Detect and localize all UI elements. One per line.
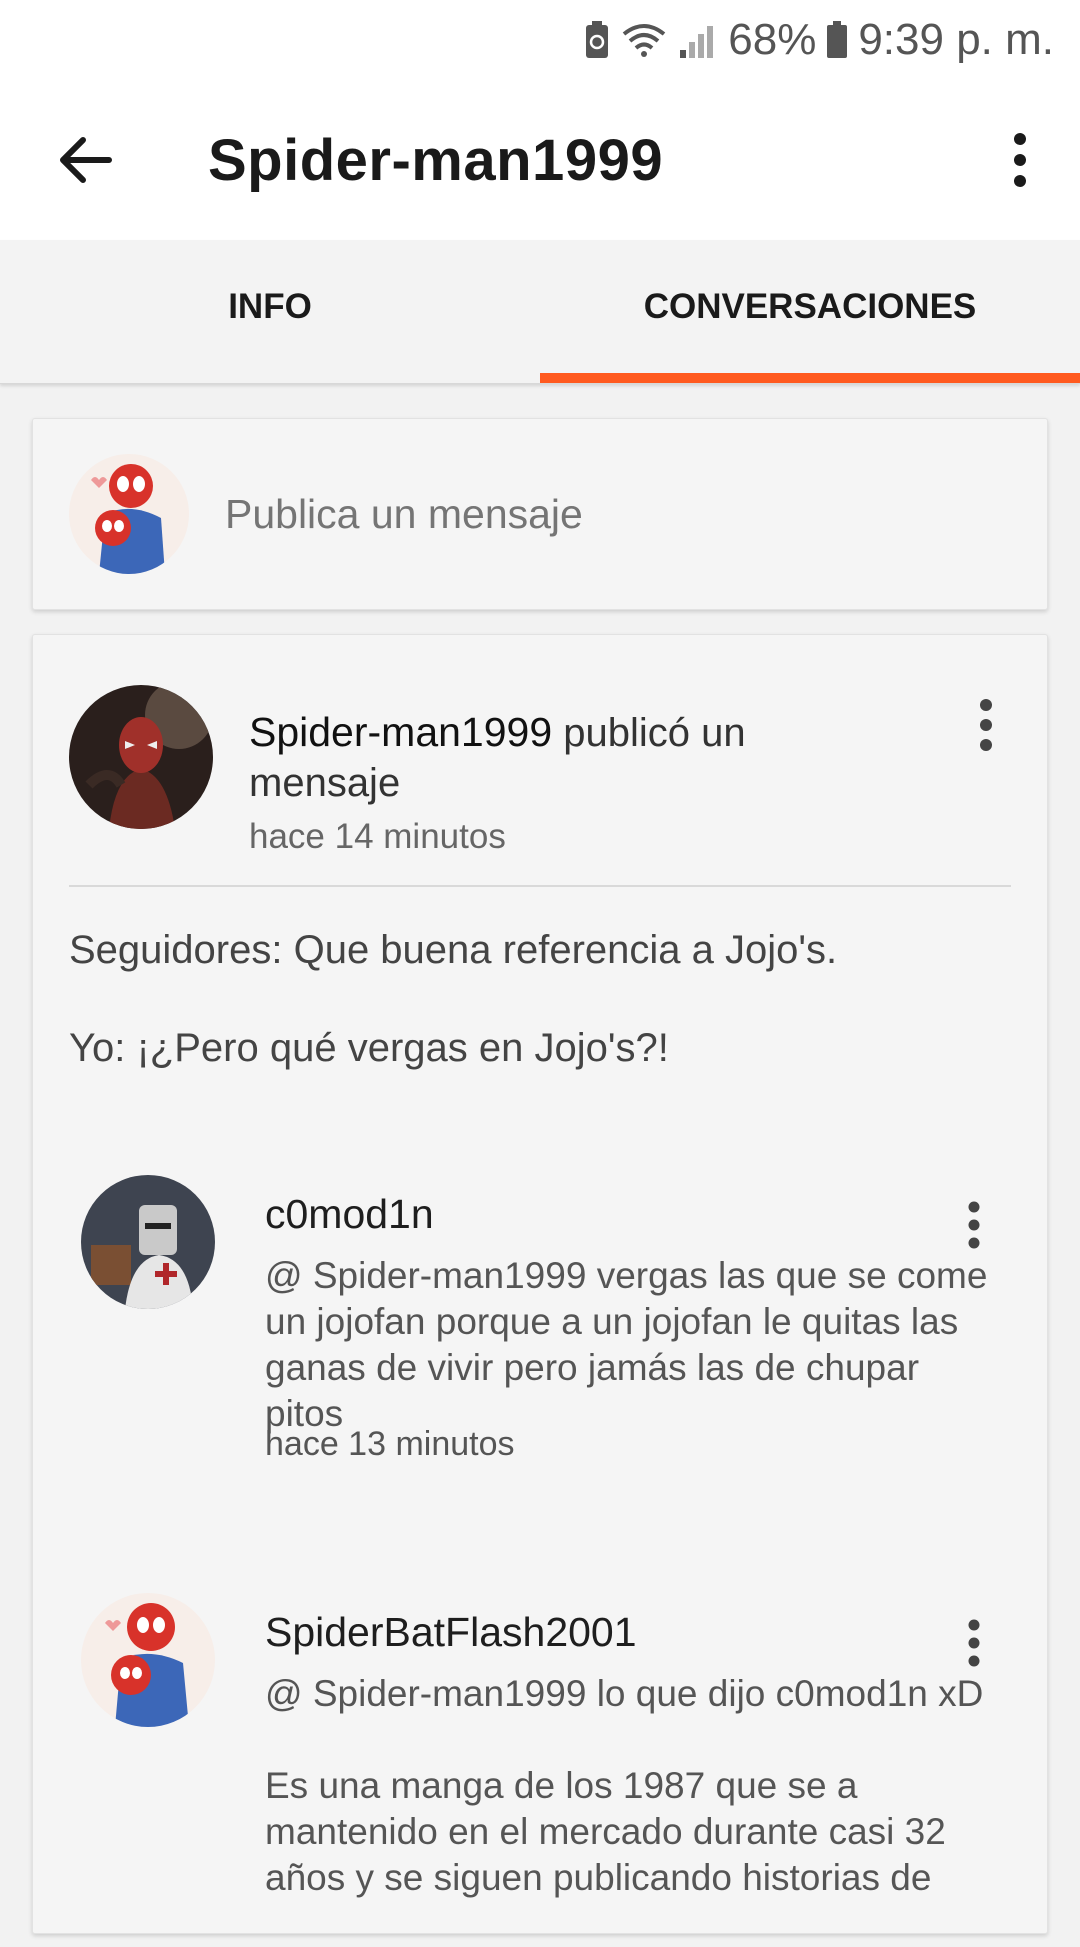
battery-percent: 68% [728,15,817,64]
more-vertical-icon [968,1201,980,1249]
divider [69,885,1011,887]
post-author[interactable]: Spider-man1999 [249,709,552,755]
message-composer[interactable] [32,418,1048,610]
overflow-menu-button[interactable] [990,115,1050,205]
battery-icon [826,20,848,60]
comment-author[interactable]: SpiderBatFlash2001 [265,1609,637,1656]
comment-body: lo que dijo c0mod1n xD [596,1673,984,1714]
tab-conversaciones[interactable]: CONVERSACIONES [540,240,1080,383]
app-bar: Spider-man1999 [0,80,1080,240]
comment-text: @ Spider-man1999 vergas las que se come … [265,1253,1005,1437]
avatar [69,454,189,574]
battery-saver-icon [584,20,610,60]
arrow-left-icon [60,137,112,183]
mention-link[interactable]: @ Spider-man1999 [265,1673,586,1714]
avatar[interactable] [69,685,213,829]
comment-options-button[interactable] [949,1603,999,1683]
avatar[interactable] [81,1593,215,1727]
page-title: Spider-man1999 [208,127,664,193]
tab-info[interactable]: INFO [0,240,540,383]
comment-author[interactable]: c0mod1n [265,1191,434,1238]
post-options-button[interactable] [961,685,1011,765]
wifi-icon [620,20,668,60]
comment: c0mod1n @ Spider-man1999 vergas las que … [81,1175,1007,1495]
avatar[interactable] [81,1175,215,1309]
comment: SpiderBatFlash2001 @ Spider-man1999 lo q… [81,1593,1007,1933]
more-vertical-icon [1014,133,1026,187]
comment-timestamp: hace 13 minutos [265,1425,515,1463]
clock: 9:39 p. m. [858,15,1054,64]
post-body: Seguidores: Que buena referencia a Jojo'… [69,925,1011,1121]
message-input[interactable] [225,490,985,538]
post-card: Spider-man1999 publicó un mensaje hace 1… [32,634,1048,1934]
signal-icon [678,20,718,60]
post-body-line: Seguidores: Que buena referencia a Jojo'… [69,928,838,972]
comment-options-button[interactable] [949,1185,999,1265]
comment-body: Es una manga de los 1987 que se a manten… [265,1765,946,1898]
more-vertical-icon [968,1619,980,1667]
mention-link[interactable]: @ Spider-man1999 [265,1255,586,1296]
more-vertical-icon [980,699,992,751]
tab-bar: INFO CONVERSACIONES [0,240,1080,384]
post-body-line: Yo: ¡¿Pero qué vergas en Jojo's?! [69,1026,669,1070]
post-timestamp: hace 14 minutos [249,817,506,856]
back-button[interactable] [40,115,130,205]
comment-text: @ Spider-man1999 lo que dijo c0mod1n xD … [265,1671,1005,1947]
post-header: Spider-man1999 publicó un mensaje hace 1… [69,685,1011,856]
status-bar: 68% 9:39 p. m. [0,0,1080,80]
post-headline: Spider-man1999 publicó un mensaje [249,707,809,808]
